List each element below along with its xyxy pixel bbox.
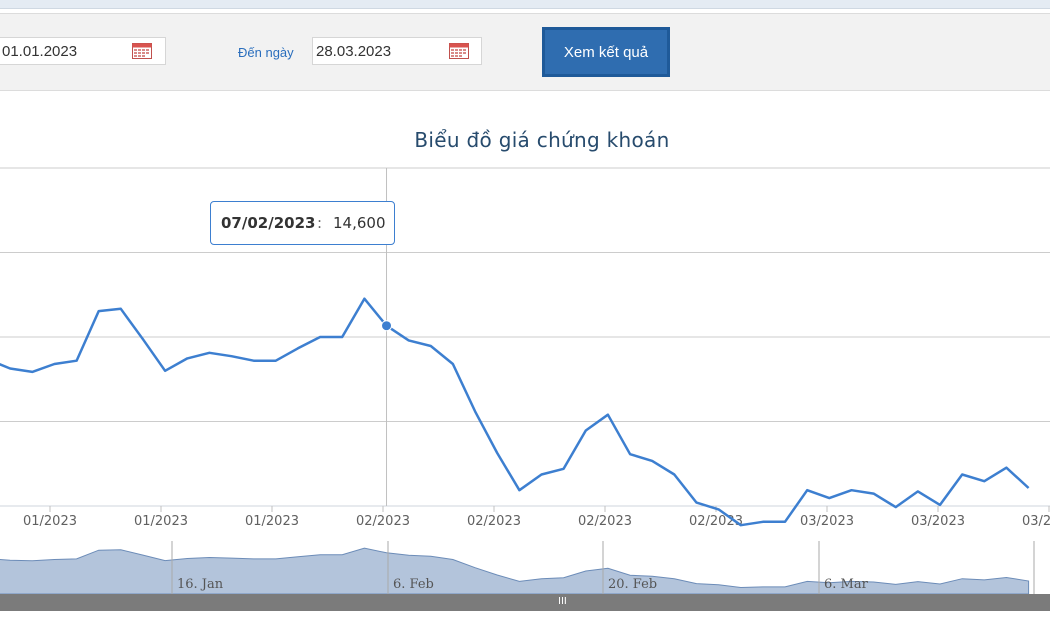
x-tick-label: 01/2023 <box>134 514 188 529</box>
navigator-area <box>0 547 1030 595</box>
hover-point <box>381 320 393 332</box>
navigator-label: 20. Feb <box>608 577 657 592</box>
x-tick-label: 03/2023 <box>911 514 965 529</box>
chart-tooltip: 07/02/2023 : 14,600 <box>210 201 395 245</box>
price-chart: 01/2023 01/2023 01/2023 02/2023 02/2023 02/20… <box>0 167 1050 611</box>
scrollbar-grip-icon[interactable]: III <box>558 596 567 607</box>
navigator-label: 6. Feb <box>393 577 434 592</box>
x-tick-label: 02/2023 <box>578 514 632 529</box>
x-tick-label: 01/2023 <box>245 514 299 529</box>
x-tick-label: 02/2023 <box>467 514 521 529</box>
navigator-scrollbar[interactable] <box>0 594 1050 611</box>
x-tick-label: 03/2023 <box>1022 514 1050 529</box>
navigator-label: 6. Mar <box>824 577 869 592</box>
tooltip-value: 14,600 <box>333 214 386 232</box>
tooltip-date: 07/02/2023 <box>221 214 316 232</box>
tooltip-separator: : <box>317 214 323 232</box>
x-tick-label: 03/2023 <box>800 514 854 529</box>
x-tick-label: 01/2023 <box>23 514 77 529</box>
navigator-label: 16. Jan <box>177 577 224 592</box>
x-tick-label: 02/2023 <box>356 514 410 529</box>
price-series-line <box>0 297 1030 527</box>
